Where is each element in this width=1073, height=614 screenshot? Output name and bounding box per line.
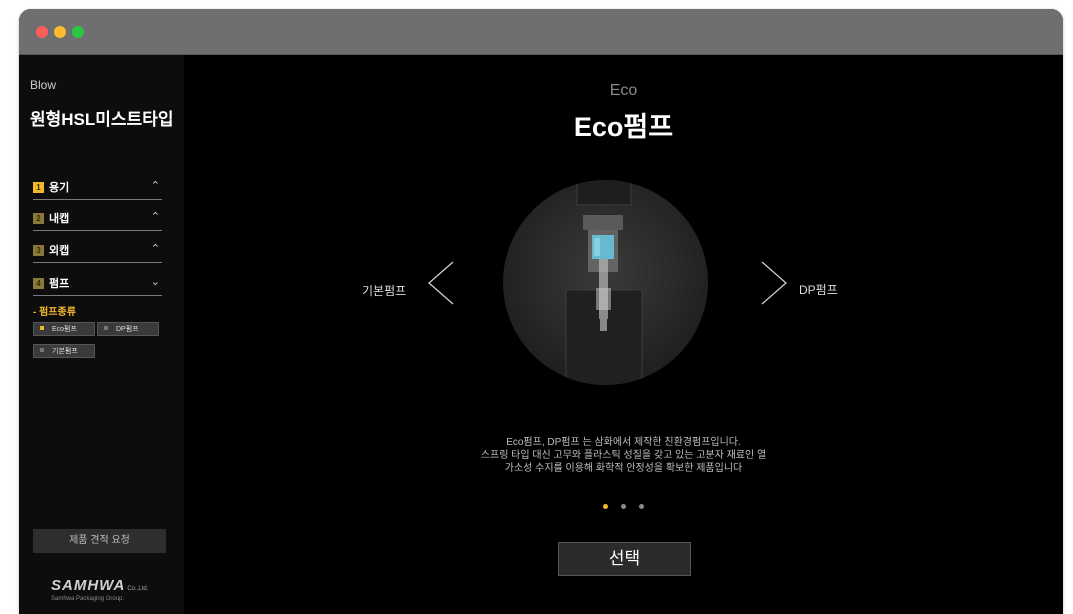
chevron-up-icon: ⌃ (150, 211, 160, 223)
product-image (503, 180, 708, 385)
pager-dot[interactable] (621, 504, 626, 509)
chevron-left-icon[interactable] (426, 260, 456, 306)
step-number-badge: 3 (33, 245, 44, 256)
unselected-marker (104, 326, 108, 330)
step-item-outer-cap[interactable]: 3 외캡 ⌃ (33, 242, 162, 263)
pump-option-eco[interactable]: Eco펌프 (33, 322, 95, 336)
description-line: 가소성 수지를 이용해 화학적 안정성을 확보한 제품입니다 (504, 463, 743, 474)
select-button[interactable]: 선택 (558, 542, 691, 576)
pump-option-label: DP펌프 (116, 326, 139, 333)
minimize-window-button[interactable] (54, 26, 66, 38)
step-item-pump[interactable]: 4 펌프 ⌄ (33, 275, 162, 296)
logo-tagline: Samhwa Packaging Group. (51, 596, 125, 602)
pump-option-label: 기본펌프 (52, 348, 78, 355)
chevron-down-icon: ⌄ (150, 276, 160, 288)
pager-dot-active[interactable] (603, 504, 608, 509)
close-window-button[interactable] (36, 26, 48, 38)
company-logo: SAMHWA Co.,Ltd. Samhwa Packaging Group. (51, 577, 161, 602)
step-item-inner-cap[interactable]: 2 내캡 ⌃ (33, 210, 162, 231)
logo-mark: SAMHWA (51, 577, 126, 594)
step-number-badge: 1 (33, 182, 44, 193)
selected-marker (40, 326, 44, 330)
pump-option-dp[interactable]: DP펌프 (97, 322, 159, 336)
description-line: Eco펌프, DP펌프 는 삼화에서 제작한 친환경펌프입니다. (506, 437, 741, 448)
description-line: 스프링 타입 대신 고무와 플라스틱 성질을 갖고 있는 고분자 재료인 열 (480, 450, 767, 461)
chevron-up-icon: ⌃ (150, 243, 160, 255)
app-window: Blow 원형HSL미스트타입 1 용기 ⌃ 2 내캡 ⌃ 3 외캡 ⌃ 4 펌프 ⌄ … (19, 9, 1063, 614)
step-label: 내캡 (49, 213, 70, 225)
chevron-up-icon: ⌃ (150, 180, 160, 192)
step-number-badge: 4 (33, 278, 44, 289)
maximize-window-button[interactable] (72, 26, 84, 38)
prev-product-label[interactable]: 기본펌프 (362, 282, 406, 299)
pump-option-label: Eco펌프 (52, 326, 77, 333)
step-label: 용기 (49, 182, 70, 194)
chevron-right-icon[interactable] (759, 260, 789, 306)
pump-illustration (565, 180, 643, 385)
step-item-container[interactable]: 1 용기 ⌃ (33, 179, 162, 200)
sidebar: Blow 원형HSL미스트타입 1 용기 ⌃ 2 내캡 ⌃ 3 외캡 ⌃ 4 펌프 ⌄ … (19, 55, 184, 614)
pump-option-basic[interactable]: 기본펌프 (33, 344, 95, 358)
breadcrumb: Blow (30, 78, 57, 92)
product-description: Eco펌프, DP펌프 는 삼화에서 제작한 친환경펌프입니다. 스프링 타입 … (184, 436, 1063, 475)
product-title: 원형HSL미스트타입 (30, 110, 174, 129)
request-quote-button[interactable]: 제품 견적 요청 (33, 529, 166, 553)
pump-type-heading: - 펌프종류 (33, 307, 76, 318)
unselected-marker (40, 348, 44, 352)
main-content: Eco Eco펌프 기본펌프 DP펌프 Eco펌프, DP펌프 는 삼화에서 제… (184, 55, 1063, 614)
next-product-label[interactable]: DP펌프 (799, 281, 838, 298)
product-name: Eco펌프 (573, 112, 674, 142)
step-label: 외캡 (49, 245, 70, 257)
product-eyebrow: Eco (609, 82, 638, 99)
carousel-pager (603, 496, 657, 514)
step-number-badge: 2 (33, 213, 44, 224)
logo-co: Co.,Ltd. (127, 586, 149, 592)
step-label: 펌프 (49, 278, 70, 290)
title-bar (19, 9, 1063, 55)
pager-dot[interactable] (639, 504, 644, 509)
